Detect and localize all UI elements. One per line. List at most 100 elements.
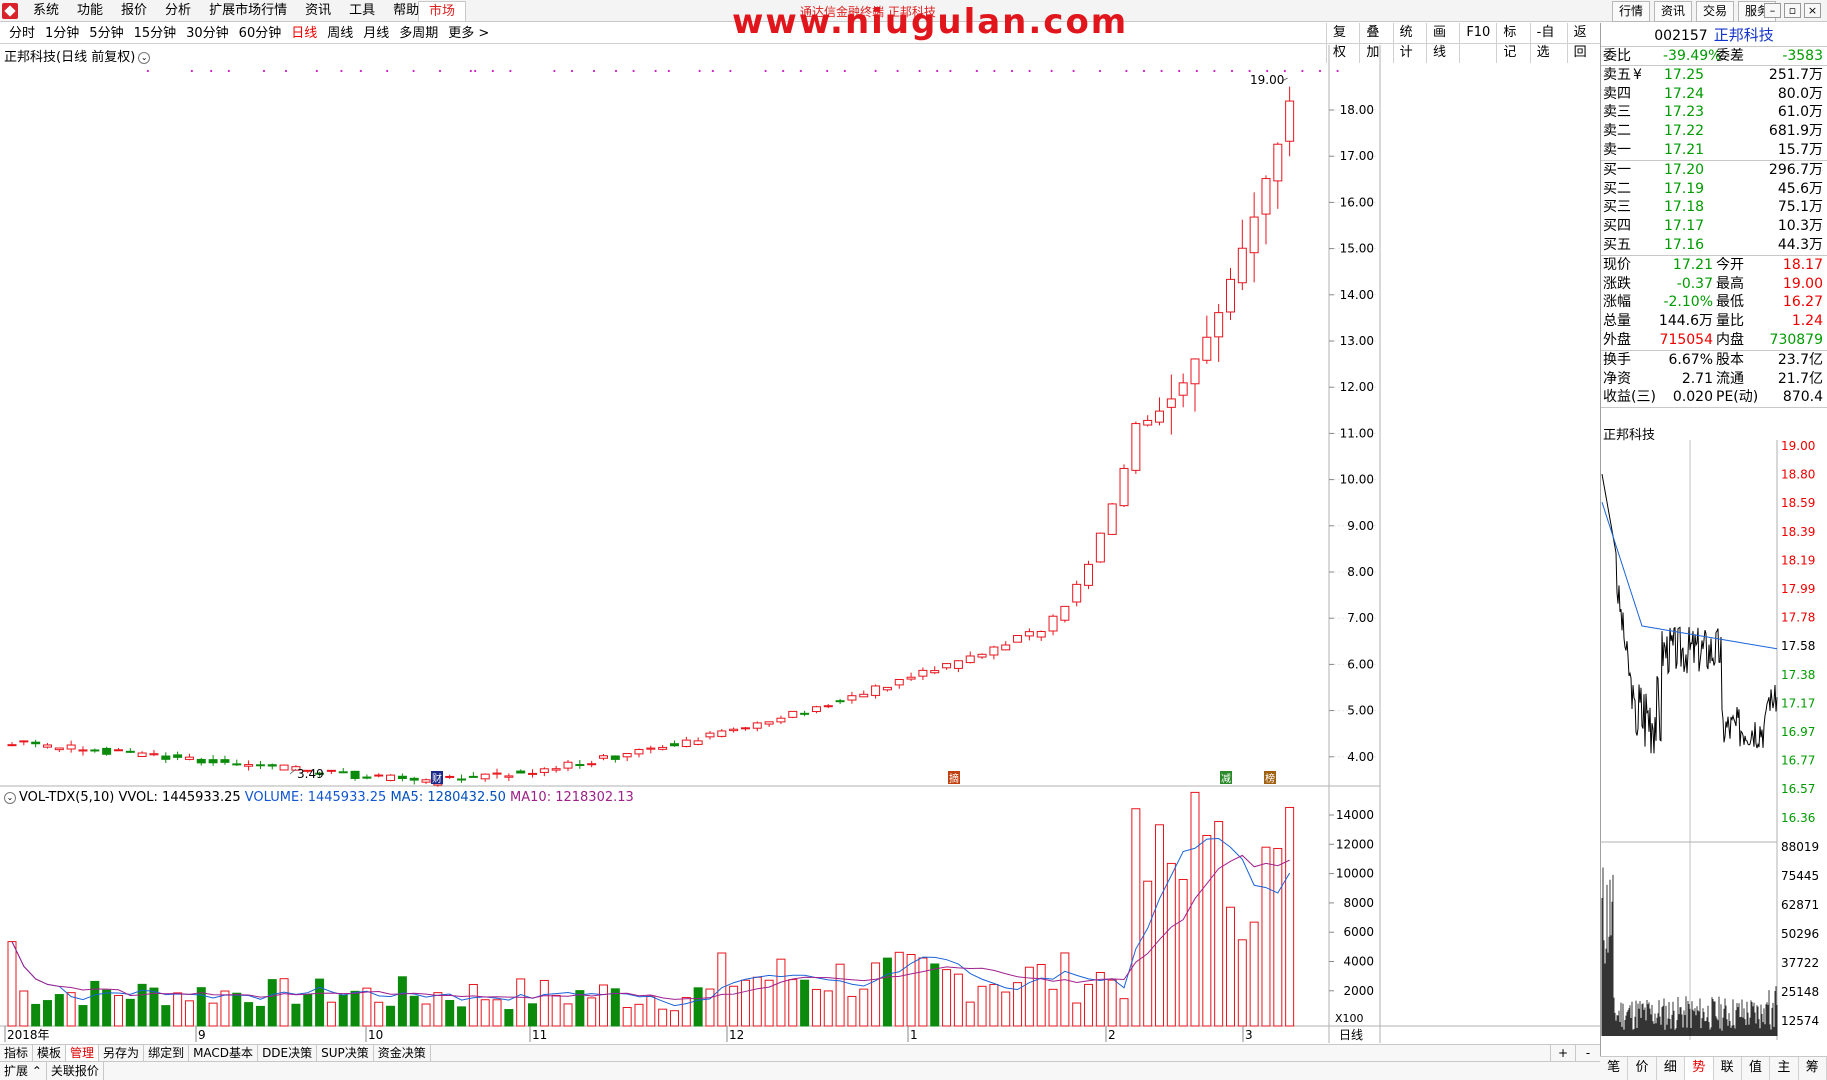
ts-volume-tick: 75445 (1781, 869, 1819, 883)
volume-bar (634, 1003, 644, 1027)
event-dot (386, 69, 389, 73)
event-dot (874, 69, 877, 73)
weibi-row: 委比 -39.49% 委差 -3583 (1601, 47, 1827, 66)
zoom-out-button[interactable]: - (1575, 1045, 1600, 1061)
tab-news[interactable]: 资讯 (1654, 1, 1693, 22)
tab-indicator[interactable]: 指标 (0, 1045, 34, 1061)
menu-news[interactable]: 资讯 (296, 0, 340, 22)
event-dot (412, 69, 415, 73)
market-tab[interactable]: 市场 (418, 1, 467, 21)
candle-body (173, 754, 183, 758)
tab-trade[interactable]: 交易 (1696, 1, 1735, 22)
stat-label: 量比 (1716, 313, 1744, 330)
tab-sup[interactable]: SUP决策 (317, 1045, 374, 1061)
candle-body (1166, 398, 1176, 408)
volume-bar (752, 976, 762, 1027)
sell-volume: 61.0万 (1777, 104, 1823, 121)
stat-label: 总量 (1603, 313, 1631, 330)
period-1min[interactable]: 1分钟 (40, 23, 84, 44)
stock-code: 002157 (1654, 28, 1708, 44)
volume-bar (113, 995, 123, 1027)
stat-value: 21.7亿 (1777, 370, 1823, 387)
tab-price[interactable]: 价 (1628, 1057, 1657, 1080)
ts-price-tick: 17.58 (1781, 639, 1815, 653)
related-quote-tab[interactable]: 关联报价 (47, 1062, 104, 1080)
fundamental-stats: 换手 6.67% 股本 23.7亿 净资 2.71 流通 21.7亿 收益(三) 0.020 PE(… (1601, 351, 1827, 409)
price-tick-label: 18.00 (1340, 103, 1374, 117)
menu-quote[interactable]: 报价 (112, 0, 156, 22)
sell-price: 17.24 (1664, 85, 1705, 102)
menu-analysis[interactable]: 分析 (156, 0, 200, 22)
period-multi[interactable]: 多周期 (394, 23, 443, 44)
period-tabs: 分时 1分钟 5分钟 15分钟 30分钟 60分钟 日线 周线 月线 多周期 更多 > (4, 23, 494, 44)
tab-bind[interactable]: 绑定到 (144, 1045, 190, 1061)
tab-dde[interactable]: DDE决策 (258, 1045, 318, 1061)
tab-quotes[interactable]: 行情 (1612, 1, 1651, 22)
event-dot (1050, 69, 1053, 73)
event-dot (553, 69, 556, 73)
maximize-button[interactable]: ▫ (1784, 3, 1801, 18)
period-5min[interactable]: 5分钟 (84, 23, 128, 44)
candle-body (622, 753, 632, 758)
chevron-down-icon[interactable]: ⌄ (138, 51, 151, 64)
candle-body (78, 749, 88, 752)
period-15min[interactable]: 15分钟 (129, 23, 182, 44)
ts-volume-tick: 88019 (1781, 840, 1819, 854)
tab-value[interactable]: 值 (1742, 1057, 1771, 1080)
tab-save-as[interactable]: 另存为 (99, 1045, 145, 1061)
stat-value: 16.27 (1782, 294, 1823, 311)
volume-bar (918, 957, 928, 1027)
kline-chart[interactable]: 18.0017.0016.0015.0014.0013.0012.0011.00… (0, 45, 1600, 1045)
ts-price-tick: 18.59 (1781, 496, 1815, 510)
stat-label: PE(动) (1716, 389, 1759, 406)
sell-volume: 681.9万 (1768, 123, 1823, 140)
tab-main[interactable]: 主 (1770, 1057, 1799, 1080)
volume-bar (1131, 808, 1141, 1027)
zoom-in-button[interactable]: + (1550, 1045, 1575, 1061)
volume-indicator-name[interactable]: VOL-TDX(5,10) (19, 790, 114, 805)
volume-bar (102, 989, 112, 1027)
volume-bar (811, 988, 821, 1027)
period-more[interactable]: 更多 > (443, 23, 494, 44)
menu-tools[interactable]: 工具 (340, 0, 384, 22)
tab-chips[interactable]: 筹 (1799, 1057, 1827, 1080)
tab-macd[interactable]: MACD基本 (189, 1045, 259, 1061)
buy-level-label: 买二 (1603, 180, 1631, 197)
stock-name[interactable]: 正邦科技 (1714, 26, 1774, 44)
tab-manage[interactable]: 管理 (66, 1045, 100, 1061)
volume-bar (350, 990, 360, 1027)
menu-system[interactable]: 系统 (24, 0, 68, 22)
volume-bar (326, 1001, 336, 1027)
buy-volume: 44.3万 (1777, 236, 1823, 253)
timeshare-chart[interactable]: 19.00 18.80 18.59 18.39 18.19 17.99 17.78 17.58… (1600, 440, 1827, 1040)
stat-value: 19.00 (1782, 275, 1823, 292)
volume-bar (433, 992, 443, 1027)
chevron-down-icon[interactable]: ⌄ (4, 791, 16, 804)
volume-bar (457, 1006, 467, 1027)
candle-body (528, 772, 538, 775)
period-60min[interactable]: 60分钟 (234, 23, 287, 44)
buy-price: 17.18 (1664, 199, 1705, 216)
period-weekly[interactable]: 周线 (322, 23, 358, 44)
tab-detail[interactable]: 细 (1657, 1057, 1686, 1080)
tab-linked[interactable]: 联 (1714, 1057, 1742, 1080)
tab-template[interactable]: 模板 (33, 1045, 67, 1061)
period-daily[interactable]: 日线 (286, 23, 322, 44)
price-tick-label: 7.00 (1347, 611, 1374, 625)
close-button[interactable]: × (1804, 3, 1821, 18)
menu-ext-market[interactable]: 扩展市场行情 (200, 0, 296, 22)
event-dot (1160, 69, 1163, 73)
tab-fund[interactable]: 资金决策 (374, 1045, 431, 1061)
period-timeshare[interactable]: 分时 (4, 23, 40, 44)
minimize-button[interactable]: – (1764, 3, 1781, 18)
sell-volume: 15.7万 (1777, 141, 1823, 158)
tab-trend[interactable]: 势 (1685, 1057, 1714, 1080)
ts-volume-tick: 25148 (1781, 985, 1819, 999)
event-dot (227, 69, 230, 73)
period-30min[interactable]: 30分钟 (181, 23, 234, 44)
menu-function[interactable]: 功能 (68, 0, 112, 22)
extension-tab[interactable]: 扩展 ⌃ (0, 1062, 47, 1080)
tab-trades[interactable]: 笔 (1600, 1057, 1629, 1080)
period-monthly[interactable]: 月线 (358, 23, 394, 44)
volume-bar (788, 979, 798, 1027)
